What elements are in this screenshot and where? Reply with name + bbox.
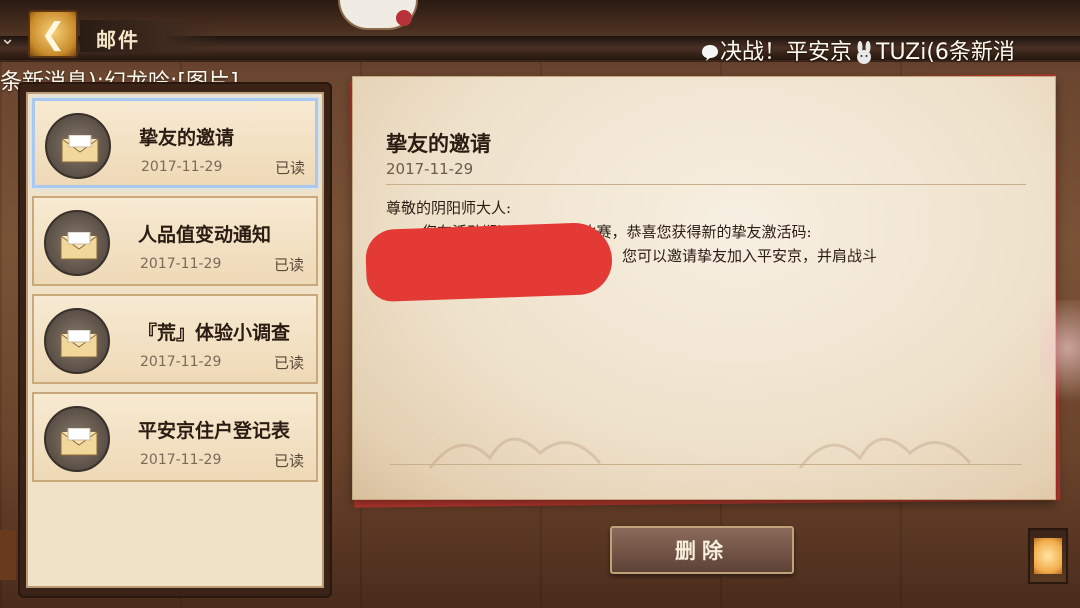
lantern-glow — [1034, 538, 1062, 574]
envelope-icon — [45, 113, 111, 179]
blossom-decoration — [1040, 300, 1080, 420]
mail-list[interactable]: 挚友的邀请 2017-11-29 已读 人品值变动通知 2017-11-29 已… — [26, 92, 324, 588]
letter-title: 挚友的邀请 — [386, 131, 491, 156]
divider — [386, 184, 1026, 185]
chevron-left-icon: ❮ — [40, 16, 66, 52]
envelope-icon — [44, 210, 110, 276]
letter-date: 2017-11-29 — [386, 160, 474, 178]
page-title: 邮件 — [96, 28, 140, 52]
rabbit-icon — [857, 41, 872, 64]
envelope-icon — [44, 406, 110, 472]
lantern-post — [0, 530, 16, 580]
mail-date: 2017-11-29 — [140, 256, 222, 272]
mail-date: 2017-11-29 — [140, 452, 222, 468]
mail-title: 人品值变动通知 — [138, 224, 272, 246]
chat-line1-text: 决战！平安京 — [720, 40, 853, 65]
chat-message[interactable]: 决战！平安京 TUZi(6条新消 — [700, 34, 1015, 66]
back-button[interactable]: ❮ — [28, 10, 78, 58]
letter-greeting: 尊敬的阴阳师大人: — [386, 199, 512, 217]
chat-bubble-icon — [702, 45, 718, 61]
chevron-down-icon[interactable]: ⌄ — [0, 28, 15, 49]
mail-title: 『荒』体验小调查 — [138, 322, 291, 344]
mail-date: 2017-11-29 — [140, 354, 222, 370]
mail-read-status: 已读 — [275, 159, 306, 177]
mail-read-status: 已读 — [274, 256, 305, 274]
mail-item-survey[interactable]: 『荒』体验小调查 2017-11-29 已读 — [32, 294, 318, 384]
mail-item-karma-notice[interactable]: 人品值变动通知 2017-11-29 已读 — [32, 196, 318, 286]
divider — [390, 464, 1022, 465]
mail-list-panel: 挚友的邀请 2017-11-29 已读 人品值变动通知 2017-11-29 已… — [18, 82, 332, 598]
mail-read-status: 已读 — [274, 452, 305, 470]
mail-item-friend-invite[interactable]: 挚友的邀请 2017-11-29 已读 — [32, 98, 318, 188]
mail-item-registration-form[interactable]: 平安京住户登记表 2017-11-29 已读 — [32, 392, 318, 482]
mail-title: 平安京住户登记表 — [138, 420, 291, 442]
redaction-mark — [364, 221, 614, 303]
chat-line1-suffix: TUZi(6条新消 — [876, 40, 1015, 65]
avatar-badge — [396, 10, 412, 26]
mail-read-status: 已读 — [274, 354, 305, 372]
cloud-pattern-icon — [428, 437, 972, 469]
mail-title: 挚友的邀请 — [139, 127, 235, 149]
mail-date: 2017-11-29 — [141, 159, 223, 175]
delete-button[interactable]: 删除 — [610, 526, 794, 574]
envelope-icon — [44, 308, 110, 374]
